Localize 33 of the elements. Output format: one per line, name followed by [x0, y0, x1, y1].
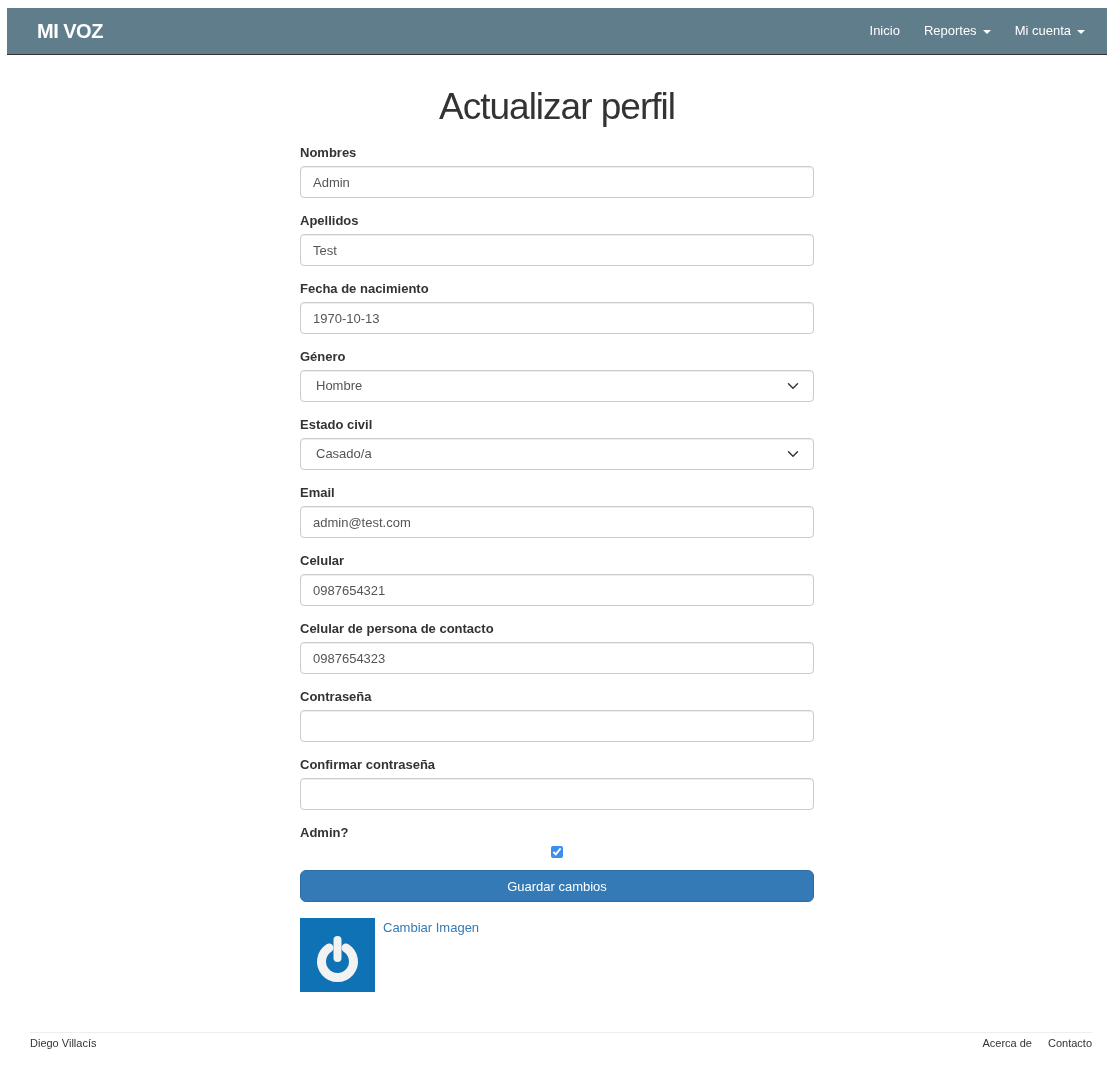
field-label: Nombres	[300, 145, 358, 161]
field-label: Género	[300, 349, 347, 365]
input-field[interactable]: 1970-10-13	[300, 302, 814, 334]
field-label: Confirmar contraseña	[300, 757, 437, 773]
nav-dropdown[interactable]: Reportes	[923, 21, 991, 41]
save-changes-button[interactable]: Guardar cambios	[300, 870, 814, 902]
power-logo-icon	[300, 918, 375, 992]
brand-logo[interactable]: MI VOZ	[37, 16, 103, 46]
input-field[interactable]: 0987654323	[300, 642, 814, 674]
field-label: Celular de persona de contacto	[300, 621, 495, 637]
nav-link[interactable]: Inicio	[869, 21, 900, 41]
input-field[interactable]: Admin	[300, 166, 814, 198]
change-image-link[interactable]: Cambiar Imagen	[383, 918, 480, 992]
admin-checkbox[interactable]	[551, 846, 563, 858]
field-label: Fecha de nacimiento	[300, 281, 430, 297]
select-field[interactable]: Casado/a	[300, 438, 814, 470]
nav-dropdown[interactable]: Mi cuenta	[1014, 21, 1085, 41]
field-label: Contraseña	[300, 689, 373, 705]
field-label: Admin?	[300, 825, 350, 841]
field-label: Apellidos	[300, 213, 360, 229]
field-label: Email	[300, 485, 336, 501]
page-title: Actualizar perfil	[438, 85, 676, 129]
field-label: Estado civil	[300, 417, 374, 433]
footer-link[interactable]: Acerca de	[982, 1037, 1032, 1050]
field-label: Celular	[300, 553, 346, 569]
select-field[interactable]: Hombre	[300, 370, 814, 402]
footer-link[interactable]: Contacto	[1047, 1037, 1092, 1050]
password-field[interactable]	[300, 710, 814, 742]
password-field[interactable]	[300, 778, 814, 810]
input-field[interactable]: Test	[300, 234, 814, 266]
input-field[interactable]: 0987654321	[300, 574, 814, 606]
footer-author: Diego Villacís	[30, 1037, 97, 1050]
input-field[interactable]: admin@test.com	[300, 506, 814, 538]
